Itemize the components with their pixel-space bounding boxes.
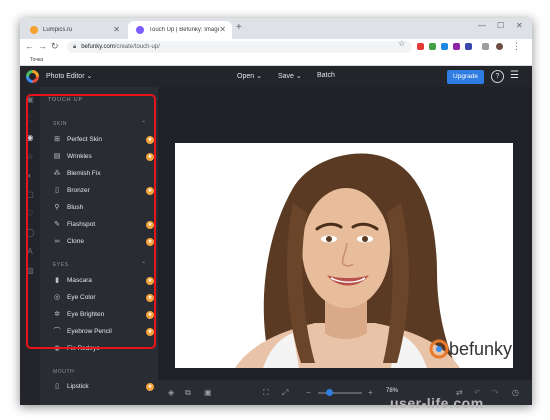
site-watermark: user-life.com xyxy=(390,395,484,411)
lock-icon: 🔒︎ xyxy=(73,43,77,50)
browser-toolbar: ← → ↻ 🔒︎ befunky.com /create/touch-up/ ☆… xyxy=(20,39,532,55)
browser-menu-icon[interactable]: ⋮ xyxy=(512,41,521,52)
actual-size-icon[interactable]: ⤢ xyxy=(282,388,288,398)
tab-strip: Lumpics.ru ✕ Touch Up | Befunky: Image R… xyxy=(20,18,532,39)
zoom-level: 78% xyxy=(386,388,399,394)
zoom-slider-knob[interactable] xyxy=(326,389,333,396)
tool-lipstick[interactable]: ▯ Lipstick ★ xyxy=(53,381,171,395)
lumpics-favicon-icon xyxy=(30,26,38,34)
extension-purple-icon[interactable] xyxy=(453,43,460,50)
forward-icon[interactable]: → xyxy=(38,41,47,51)
befunky-favicon-icon xyxy=(136,26,144,34)
batch-button[interactable]: Batch xyxy=(317,72,335,79)
tab-lumpics[interactable]: Lumpics.ru ✕ xyxy=(22,21,126,39)
highlight-annotation xyxy=(26,94,156,349)
extension-indigo-icon[interactable] xyxy=(465,43,472,50)
extension-opera-icon[interactable] xyxy=(417,43,424,50)
image-canvas[interactable]: befunky xyxy=(158,87,532,405)
extension-green-icon[interactable] xyxy=(429,43,436,50)
bookmarks-bar: Точка xyxy=(20,55,532,66)
url-path: /create/touch-up/ xyxy=(114,44,160,50)
minimize-icon[interactable]: — xyxy=(478,21,486,30)
tab-label: Touch Up | Befunky: Image Retou xyxy=(149,27,219,33)
new-tab-icon[interactable]: + xyxy=(236,22,242,33)
compare-icon[interactable]: ▣ xyxy=(204,388,212,397)
close-tab-icon[interactable]: ✕ xyxy=(113,25,120,34)
copy-icon[interactable]: ⧉ xyxy=(185,388,191,398)
tab-befunky[interactable]: Touch Up | Befunky: Image Retou ✕ xyxy=(128,21,232,39)
maximize-icon[interactable]: ☐ xyxy=(497,21,504,30)
hamburger-menu-icon[interactable]: ☰ xyxy=(510,70,519,81)
photo-editor-menu[interactable]: Photo Editor ⌄ xyxy=(46,72,92,80)
extension-menu-icon[interactable] xyxy=(482,43,489,50)
zoom-in-icon[interactable]: + xyxy=(368,388,373,397)
portrait-photo: befunky xyxy=(175,143,513,368)
tab-label: Lumpics.ru xyxy=(43,27,73,33)
upgrade-button[interactable]: Upgrade xyxy=(447,70,484,84)
bookmark-star-icon[interactable]: ☆ xyxy=(398,39,405,48)
save-menu[interactable]: Save ⌄ xyxy=(278,72,302,80)
history-icon[interactable]: ◷ xyxy=(512,388,519,397)
tool-label: Lipstick xyxy=(67,383,89,390)
address-bar[interactable]: 🔒︎ befunky.com /create/touch-up/ xyxy=(67,41,412,53)
bookmark-item[interactable]: Точка xyxy=(30,57,43,63)
lipstick-icon: ▯ xyxy=(55,383,59,390)
layers-icon[interactable]: ◈ xyxy=(168,388,174,397)
app-header: Photo Editor ⌄ Open ⌄ Save ⌄ Batch Upgra… xyxy=(20,66,532,87)
fit-screen-icon[interactable]: ⛶ xyxy=(263,388,269,398)
close-tab-icon[interactable]: ✕ xyxy=(219,25,226,34)
zoom-out-icon[interactable]: − xyxy=(306,388,311,397)
premium-star-icon: ★ xyxy=(146,383,154,391)
open-menu[interactable]: Open ⌄ xyxy=(237,72,262,80)
section-mouth[interactable]: MOUTH xyxy=(53,369,74,375)
befunky-photo-logo: befunky xyxy=(449,339,512,359)
help-icon[interactable]: ? xyxy=(491,70,504,83)
extension-blue-icon[interactable] xyxy=(441,43,448,50)
befunky-logo-icon[interactable] xyxy=(26,70,39,83)
reload-icon[interactable]: ↻ xyxy=(51,41,59,52)
zoom-slider[interactable] xyxy=(318,389,362,396)
back-icon[interactable]: ← xyxy=(25,41,34,51)
redo-icon[interactable]: ↷ xyxy=(492,388,499,397)
url-host: befunky.com xyxy=(81,44,115,50)
portrait-image: befunky xyxy=(175,143,513,368)
profile-avatar[interactable] xyxy=(496,43,503,50)
section-label: MOUTH xyxy=(53,369,75,375)
close-window-icon[interactable]: ✕ xyxy=(516,21,523,30)
